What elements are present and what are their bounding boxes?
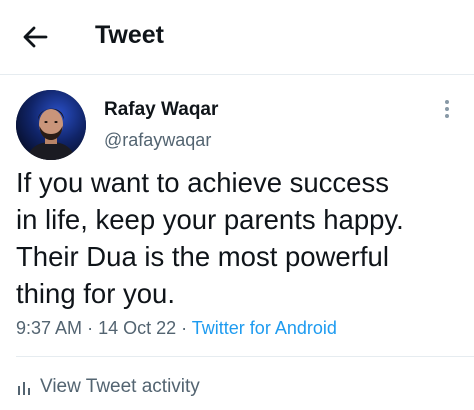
tweet-text: If you want to achieve success in life, … bbox=[16, 167, 404, 309]
more-dot bbox=[445, 114, 449, 118]
page-title: Tweet bbox=[95, 21, 164, 49]
avatar-portrait bbox=[16, 90, 86, 160]
arrow-left-icon bbox=[23, 26, 48, 48]
top-bar: Tweet bbox=[0, 0, 474, 75]
author-display-name[interactable]: Rafay Waqar bbox=[104, 99, 218, 121]
divider bbox=[16, 356, 474, 357]
more-dot bbox=[445, 107, 449, 111]
bar-chart-icon bbox=[18, 382, 30, 395]
more-dots-icon bbox=[445, 100, 449, 104]
tweet-date[interactable]: 14 Oct 22 bbox=[98, 318, 176, 338]
tweet-time[interactable]: 9:37 AM bbox=[16, 318, 82, 338]
more-options-button[interactable] bbox=[440, 98, 454, 122]
view-tweet-activity-label: View Tweet activity bbox=[40, 376, 200, 397]
avatar[interactable] bbox=[16, 90, 86, 160]
author-handle[interactable]: @rafaywaqar bbox=[104, 130, 211, 151]
view-tweet-activity-button[interactable]: View Tweet activity bbox=[16, 374, 200, 400]
back-button[interactable] bbox=[18, 22, 52, 52]
tweet-metadata: 9:37 AM · 14 Oct 22 · Twitter for Androi… bbox=[16, 318, 337, 339]
tweet-source-link[interactable]: Twitter for Android bbox=[192, 318, 337, 338]
meta-separator: · bbox=[181, 318, 192, 338]
meta-separator: · bbox=[87, 318, 99, 338]
